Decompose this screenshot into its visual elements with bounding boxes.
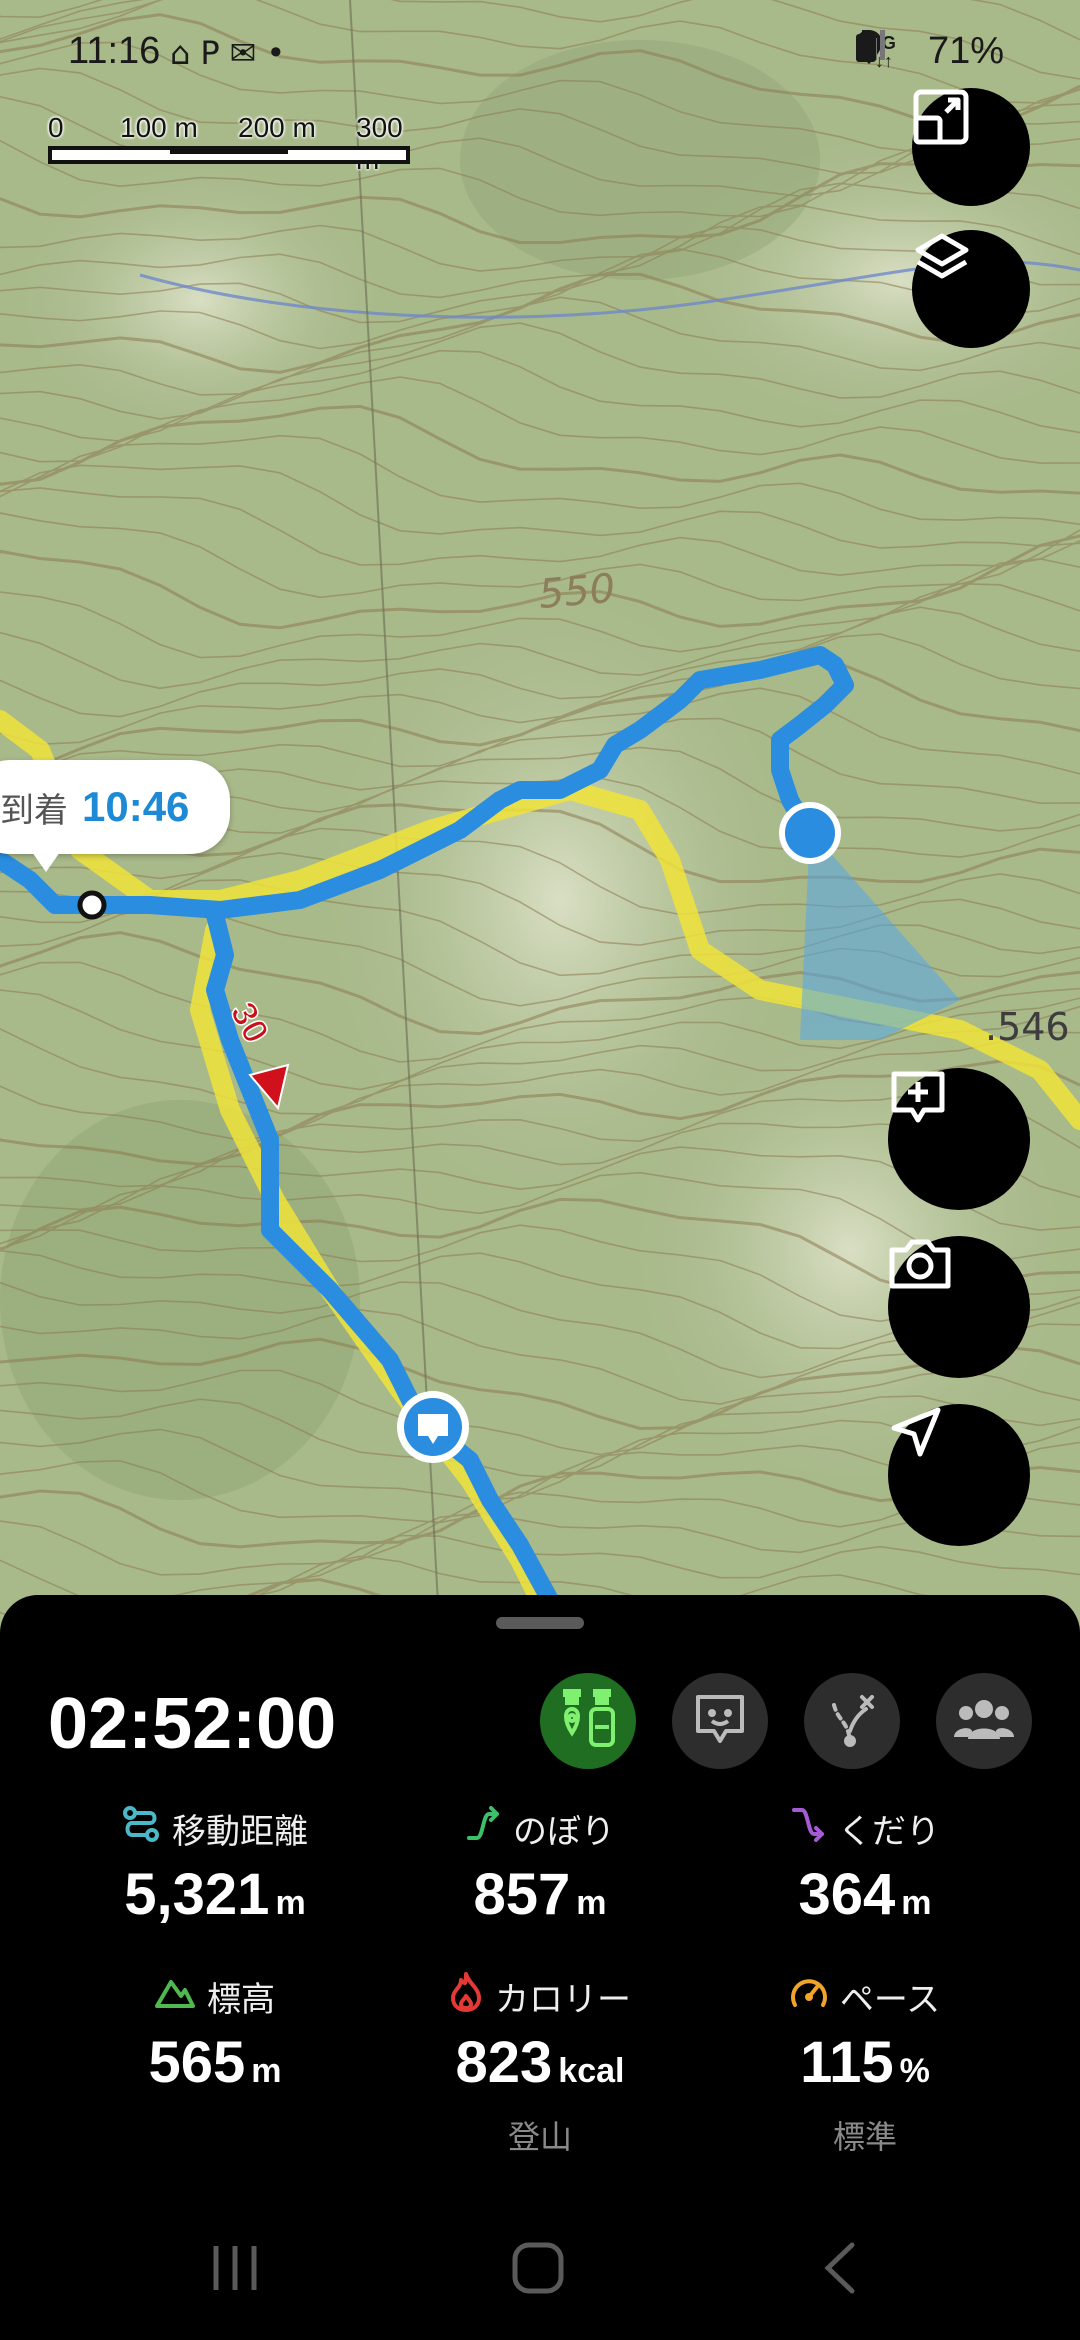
- distance-label: 移動距離: [172, 1811, 308, 1852]
- elevation-point-label: .546: [985, 1005, 1070, 1049]
- layers-button[interactable]: [912, 230, 1030, 348]
- route-change-button[interactable]: [804, 1673, 900, 1769]
- elevation-label: 標高: [207, 1979, 275, 2020]
- calorie-activity-type: 登山: [507, 2118, 572, 2156]
- dot-icon: •: [266, 34, 296, 72]
- recent-apps-icon: [210, 2242, 260, 2298]
- group-button[interactable]: [936, 1673, 1032, 1769]
- calorie-label: カロリー: [495, 1979, 631, 2020]
- memo-button[interactable]: [672, 1673, 768, 1769]
- calorie-icon: [449, 1971, 483, 2021]
- arrival-time-bubble[interactable]: 到着 10:46: [0, 760, 230, 872]
- status-notification-icons: ⌂P✉•: [170, 34, 295, 72]
- mail-icon: ✉: [229, 34, 267, 72]
- paypay-icon: P: [200, 34, 230, 72]
- ascent-value: 857: [473, 1862, 571, 1927]
- stat-pace: ペース 115% 標準: [700, 1973, 1030, 2158]
- arrival-label: 到着: [0, 790, 68, 831]
- stat-distance: 移動距離 5,321 m: [50, 1805, 380, 1928]
- pace-unit: %: [899, 2052, 930, 2090]
- system-nav-bar: [0, 2215, 1080, 2325]
- stat-descent: くだり 364 m: [700, 1805, 1030, 1928]
- group-icon: [954, 1697, 1014, 1745]
- add-note-button[interactable]: [888, 1068, 1030, 1210]
- arrival-time: 10:46: [82, 783, 190, 830]
- descent-label: くだり: [838, 1811, 940, 1852]
- home-button[interactable]: [478, 2215, 598, 2325]
- camera-button[interactable]: [888, 1236, 1030, 1378]
- current-position-marker: [779, 802, 841, 864]
- memo-marker[interactable]: [397, 1391, 469, 1463]
- battery-text: 71%: [927, 30, 1004, 72]
- distance-unit: m: [275, 1884, 306, 1922]
- calorie-value: 823: [455, 2030, 553, 2095]
- back-icon: [822, 2241, 858, 2299]
- navigate-button[interactable]: [888, 1404, 1030, 1546]
- scale-label-300: 300 m: [356, 112, 403, 175]
- crowd-tracker-icon: [559, 1687, 617, 1755]
- descent-value: 364: [798, 1862, 896, 1927]
- recent-apps-button[interactable]: [175, 2215, 295, 2325]
- elevation-icon: [155, 1976, 195, 2017]
- descent-unit: m: [901, 1884, 932, 1922]
- crowd-tracker-button[interactable]: [540, 1673, 636, 1769]
- descent-icon: [790, 1806, 826, 1851]
- elevation-unit: m: [251, 2052, 282, 2090]
- ascent-unit: m: [576, 1884, 607, 1922]
- elevation-value: 565: [148, 2030, 246, 2095]
- status-right: 5G↓↑ 71%: [855, 30, 1020, 73]
- scale-label-0: 0: [48, 112, 64, 143]
- ascent-label: のぼり: [513, 1811, 615, 1852]
- status-time: 11:16: [68, 30, 161, 72]
- route-change-icon: [824, 1691, 880, 1751]
- back-button[interactable]: [780, 2215, 900, 2325]
- memo-icon: [692, 1691, 748, 1751]
- scale-label-200: 200 m: [238, 112, 316, 143]
- map-scale-bar: 0 100 m 200 m 300 m: [48, 112, 410, 175]
- calorie-unit: kcal: [558, 2052, 625, 2090]
- ascent-icon: [465, 1805, 501, 1851]
- distance-icon: [122, 1805, 160, 1852]
- stat-ascent: のぼり 857 m: [375, 1805, 705, 1928]
- stat-elevation: 標高 565 m: [50, 1973, 380, 2096]
- scale-bar-graphic: [48, 146, 410, 164]
- panel-drag-handle[interactable]: [496, 1617, 584, 1629]
- pace-level: 標準: [832, 2118, 897, 2156]
- pace-label: ペース: [839, 1979, 941, 2020]
- start-point: [77, 890, 107, 920]
- home-button-icon: [511, 2241, 565, 2299]
- activity-panel: 02:52:00 移動距離 5,321 m のぼり 857 m くだり 364 …: [0, 1595, 1080, 2340]
- pace-icon: [790, 1975, 828, 2018]
- expand-map-button[interactable]: [912, 88, 1030, 206]
- pace-value: 115: [800, 2030, 894, 2095]
- distance-value: 5,321: [124, 1862, 270, 1927]
- scale-label-100: 100 m: [120, 112, 198, 143]
- stat-calorie: カロリー 823 kcal 登山: [375, 1971, 705, 2158]
- home-icon: ⌂: [170, 34, 201, 72]
- contour-label: 550: [537, 565, 617, 617]
- topographic-map[interactable]: 550 .546 30 11:16 ⌂P✉• 5G↓↑ 71%: [0, 0, 1080, 1640]
- elapsed-time: 02:52:00: [48, 1684, 337, 1764]
